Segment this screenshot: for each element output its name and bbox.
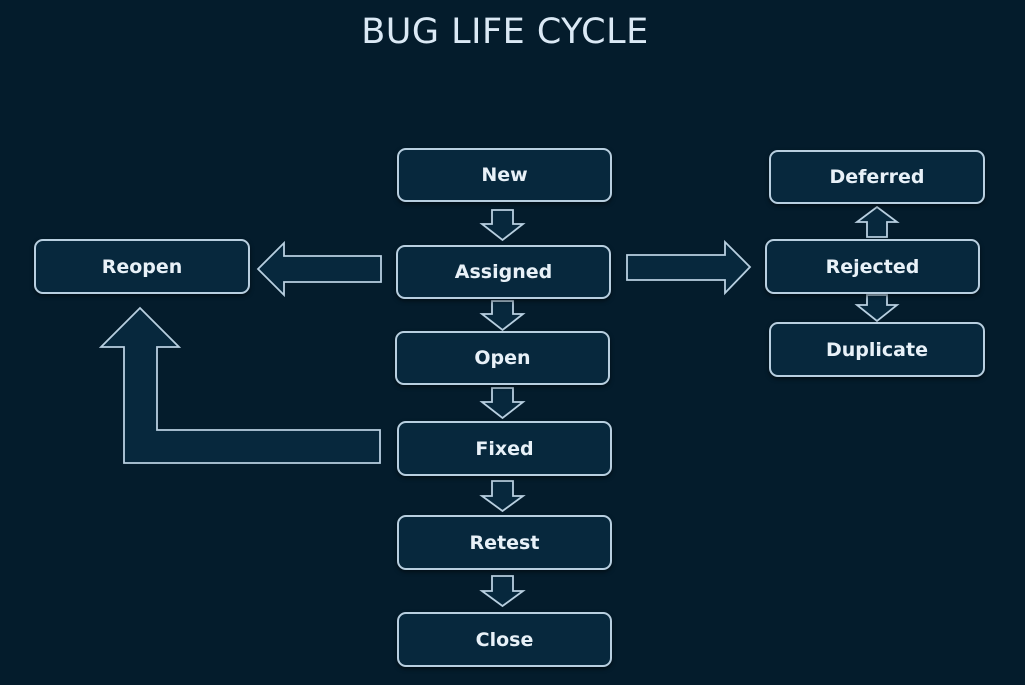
node-retest: Retest [397, 515, 612, 570]
node-rejected: Rejected [765, 239, 980, 294]
node-reopen: Reopen [34, 239, 250, 294]
node-duplicate: Duplicate [769, 322, 985, 377]
node-open: Open [395, 331, 610, 385]
arrow-fixed-to-retest [479, 480, 526, 513]
arrow-retest-to-close [479, 575, 526, 608]
node-close: Close [397, 612, 612, 667]
arrow-fixed-to-reopen [98, 306, 381, 464]
arrow-assigned-to-reopen [256, 240, 382, 298]
arrow-rejected-to-duplicate [854, 294, 900, 323]
node-new: New [397, 148, 612, 202]
node-fixed: Fixed [397, 421, 612, 476]
node-deferred: Deferred [769, 150, 985, 204]
arrow-new-to-assigned [479, 209, 526, 242]
node-assigned: Assigned [396, 245, 611, 299]
arrow-assigned-to-rejected [626, 239, 752, 296]
arrow-open-to-fixed [479, 387, 526, 420]
arrow-assigned-to-open [479, 300, 526, 332]
arrow-rejected-to-deferred [854, 205, 900, 238]
